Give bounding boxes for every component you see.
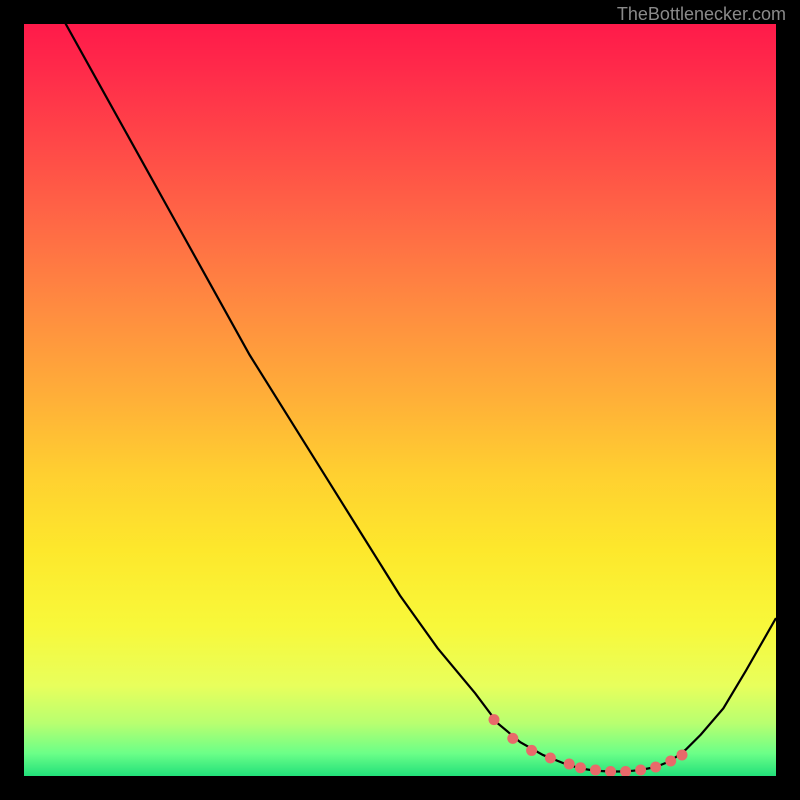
chart-svg — [24, 24, 776, 776]
highlight-dots — [489, 714, 688, 776]
attribution-text: TheBottlenecker.com — [617, 4, 786, 25]
plot-area — [24, 24, 776, 776]
curve-line — [24, 24, 776, 771]
chart-frame: TheBottlenecker.com — [0, 0, 800, 800]
